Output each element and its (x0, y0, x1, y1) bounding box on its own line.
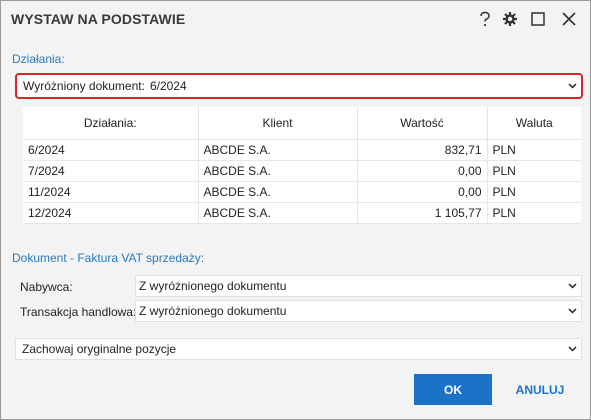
table-row[interactable]: 12/2024 ABCDE S.A. 1 105,77 PLN (23, 202, 581, 224)
chevron-down-icon (563, 83, 581, 89)
cell-value: 832,71 (357, 139, 488, 161)
buyer-value: Z wyróżnionego dokumentu (139, 279, 287, 293)
cell-currency: PLN (487, 139, 581, 161)
positions-select[interactable]: Zachowaj oryginalne pozycje (15, 338, 582, 360)
cell-currency: PLN (487, 202, 581, 224)
cell-client: ABCDE S.A. (198, 181, 358, 203)
chevron-down-icon (563, 308, 581, 314)
close-icon[interactable] (557, 7, 581, 31)
cell-value: 1 105,77 (357, 202, 488, 224)
column-header-client[interactable]: Klient (198, 107, 358, 140)
highlighted-document-value: 6/2024 (149, 79, 187, 93)
column-header-actions[interactable]: Działania: (23, 107, 199, 140)
cell-client: ABCDE S.A. (198, 202, 358, 224)
ok-button[interactable]: OK (414, 374, 492, 405)
table-row[interactable]: 6/2024 ABCDE S.A. 832,71 PLN (23, 139, 581, 161)
cell-client: ABCDE S.A. (198, 139, 358, 161)
table-row[interactable]: 11/2024 ABCDE S.A. 0,00 PLN (23, 181, 581, 203)
maximize-icon[interactable] (526, 7, 550, 31)
chevron-down-icon (563, 346, 581, 352)
actions-section-label: Działania: (12, 52, 65, 66)
highlighted-document-select[interactable]: Wyróżniony dokument: 6/2024 (15, 73, 583, 99)
transaction-value: Z wyróżnionego dokumentu (139, 304, 287, 318)
actions-table: Działania: Klient Wartość Waluta 6/2024 … (23, 107, 581, 224)
cell-client: ABCDE S.A. (198, 160, 358, 182)
transaction-label: Transakcja handlowa: (20, 305, 137, 319)
positions-value: Zachowaj oryginalne pozycje (22, 342, 177, 356)
cancel-button[interactable]: ANULUJ (509, 374, 571, 405)
help-icon[interactable] (473, 7, 497, 31)
cell-document: 6/2024 (23, 139, 199, 161)
cell-document: 12/2024 (23, 202, 199, 224)
gear-icon[interactable] (498, 7, 522, 31)
transaction-select[interactable]: Z wyróżnionego dokumentu (135, 300, 582, 322)
column-header-value[interactable]: Wartość (357, 107, 488, 140)
title-bar: WYSTAW NA PODSTAWIE (1, 1, 590, 37)
dialog: WYSTAW NA PODSTAWIE Działania: Wyróżnion… (0, 0, 591, 420)
cell-currency: PLN (487, 181, 581, 203)
cell-document: 11/2024 (23, 181, 199, 203)
table-header-row: Działania: Klient Wartość Waluta (23, 107, 581, 140)
column-header-currency[interactable]: Waluta (487, 107, 581, 140)
buyer-label: Nabywca: (20, 280, 73, 294)
table-row[interactable]: 7/2024 ABCDE S.A. 0,00 PLN (23, 160, 581, 182)
buyer-select[interactable]: Z wyróżnionego dokumentu (135, 275, 582, 297)
document-section-label: Dokument - Faktura VAT sprzedaży: (12, 251, 205, 265)
cell-value: 0,00 (357, 160, 488, 182)
cell-document: 7/2024 (23, 160, 199, 182)
cell-currency: PLN (487, 160, 581, 182)
chevron-down-icon (563, 283, 581, 289)
cell-value: 0,00 (357, 181, 488, 203)
highlighted-document-label: Wyróżniony dokument: (23, 79, 145, 93)
dialog-title: WYSTAW NA PODSTAWIE (11, 11, 186, 27)
